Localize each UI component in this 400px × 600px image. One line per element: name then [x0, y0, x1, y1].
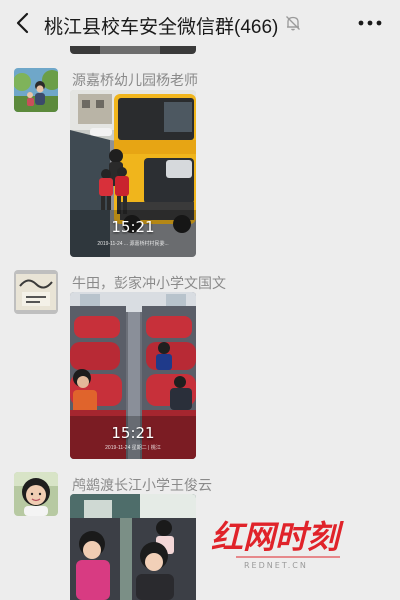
- rednet-watermark-logo: 红网时刻 REDNET.CN: [209, 518, 346, 570]
- watermark-brand: 红网时刻: [209, 518, 346, 555]
- avatar[interactable]: [14, 68, 58, 112]
- video-thumbnail: [70, 494, 196, 600]
- avatar-image: [14, 472, 58, 516]
- video-message[interactable]: [70, 494, 196, 600]
- chevron-left-icon[interactable]: [12, 11, 34, 35]
- avatar-image: [14, 270, 58, 314]
- avatar[interactable]: [14, 270, 58, 314]
- avatar[interactable]: [14, 472, 58, 516]
- sender-name: 源嘉桥幼儿园杨老师: [72, 72, 198, 88]
- chat-header: 桃江县校车安全微信群(466): [0, 0, 400, 46]
- bell-off-icon: [286, 16, 300, 31]
- sender-name: 牛田，彭家冲小学文国文: [72, 275, 226, 291]
- sender-name: 鸬鹚渡长江小学王俊云: [72, 477, 212, 493]
- video-stamp: 2019-11-24 ... 源嘉桥村村民委...: [97, 241, 169, 247]
- video-message[interactable]: 15:21 2019-11-24 星期二 | 桃江: [70, 292, 196, 459]
- video-duration: 15:21: [111, 424, 155, 442]
- avatar-image: [14, 68, 58, 112]
- more-icon[interactable]: [356, 12, 384, 34]
- chat-title: 桃江县校车安全微信群(466): [44, 17, 279, 38]
- video-message[interactable]: 15:21 2019-11-24 ... 源嘉桥村村民委...: [70, 90, 196, 257]
- video-stamp: 2019-11-24 星期二 | 桃江: [105, 445, 161, 451]
- watermark-sub: REDNET.CN: [244, 561, 308, 570]
- video-duration: 15:21: [111, 218, 155, 236]
- previous-video-thumbnail[interactable]: [70, 46, 196, 54]
